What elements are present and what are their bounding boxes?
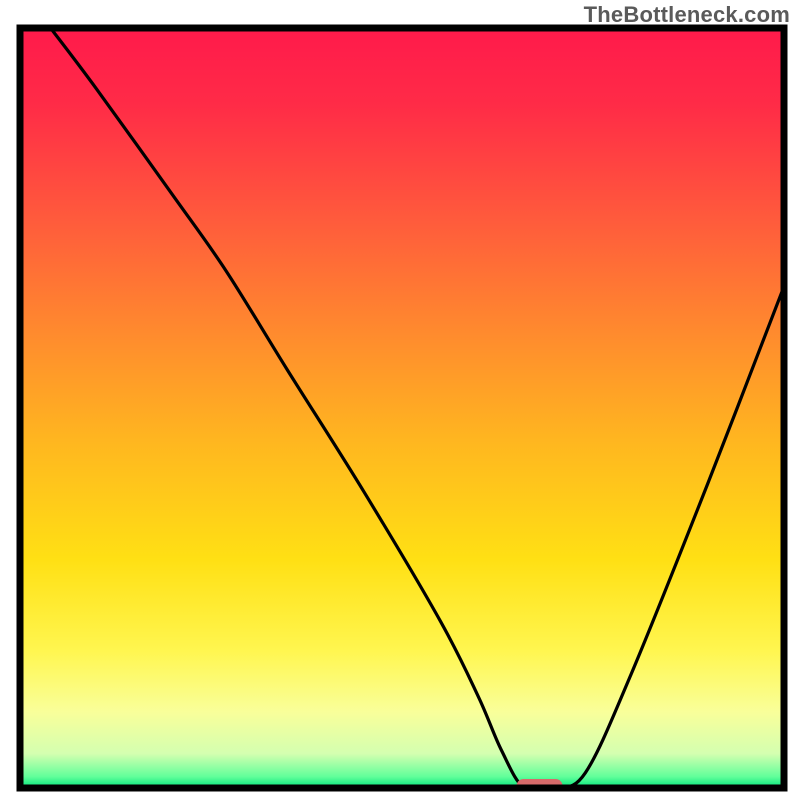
bottleneck-chart <box>0 0 800 800</box>
watermark-text: TheBottleneck.com <box>584 2 790 28</box>
plot-area <box>20 28 784 793</box>
chart-container: TheBottleneck.com <box>0 0 800 800</box>
